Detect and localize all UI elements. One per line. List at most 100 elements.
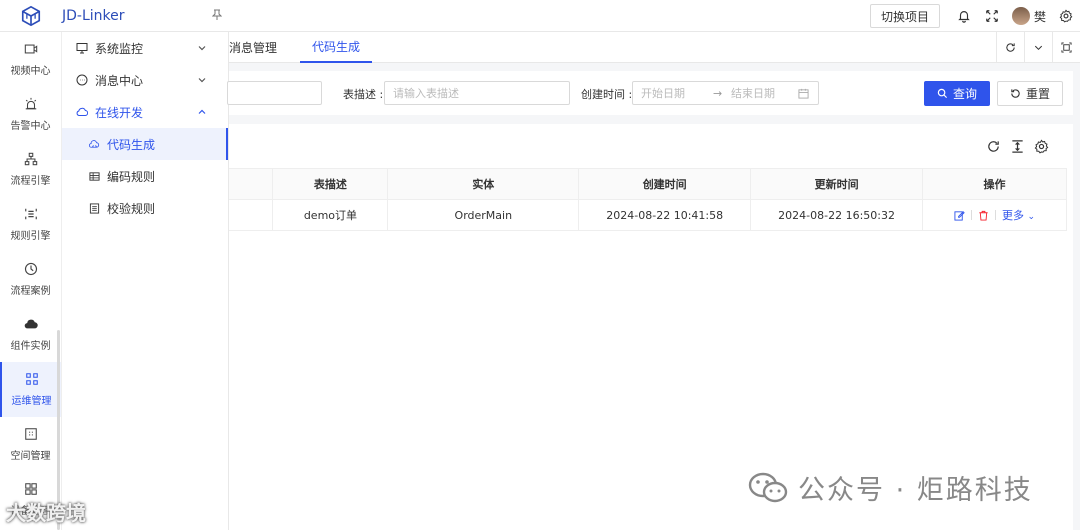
rail-item-label: 运维管理 bbox=[11, 396, 52, 407]
alarm-icon bbox=[25, 97, 36, 110]
settings-icon[interactable] bbox=[1029, 136, 1053, 156]
rail-item-space[interactable]: 空间管理 bbox=[0, 417, 61, 472]
wechat-watermark: 公众号 · 炬路科技 bbox=[748, 468, 1033, 507]
edit-icon[interactable] bbox=[954, 210, 965, 221]
table-header-row: 表描述 实体 创建时间 更新时间 操作 bbox=[229, 168, 1067, 200]
tab-message-mgmt[interactable]: 消息管理 bbox=[229, 32, 277, 63]
desc-input[interactable]: 请输入表描述 bbox=[384, 81, 570, 105]
table-header-cell[interactable]: 创建时间 bbox=[578, 168, 752, 200]
flow-icon bbox=[24, 152, 37, 166]
table-row[interactable]: demo订单 OrderMain 2024-08-22 10:41:58 202… bbox=[229, 199, 1067, 231]
rail-item-video[interactable]: 视频中心 bbox=[0, 32, 61, 87]
table-header-cell[interactable]: 表描述 bbox=[272, 168, 389, 200]
reset-icon bbox=[1011, 89, 1020, 98]
start-date-input[interactable]: 开始日期 bbox=[641, 85, 685, 101]
ops-icon bbox=[25, 373, 38, 385]
clock-icon bbox=[24, 262, 37, 276]
refresh-tab-icon[interactable] bbox=[996, 32, 1024, 63]
switch-project-button[interactable]: 切换项目 bbox=[869, 4, 940, 28]
menu-label: 消息中心 bbox=[95, 73, 144, 88]
maximize-icon[interactable] bbox=[1052, 32, 1080, 63]
cube-logo-icon bbox=[21, 5, 41, 26]
rail-item-label: 流程引擎 bbox=[10, 176, 51, 187]
desc-label: 表描述 : bbox=[343, 88, 384, 101]
menu-label: 校验规则 bbox=[107, 201, 156, 216]
reset-button[interactable]: 重置 bbox=[997, 81, 1063, 106]
cell-created: 2024-08-22 10:41:58 bbox=[578, 199, 752, 231]
corner-watermark: 大数跨境 bbox=[6, 501, 86, 525]
grid-table-icon bbox=[89, 171, 100, 181]
cloud-outline-icon bbox=[76, 107, 88, 116]
avatar[interactable] bbox=[1011, 7, 1030, 25]
app-title: JD-Linker bbox=[62, 7, 125, 24]
user-name[interactable]: 樊 bbox=[1034, 8, 1046, 25]
app-logo[interactable] bbox=[0, 0, 62, 32]
rail-item-label: 流程案例 bbox=[10, 286, 51, 297]
menu-code-rules[interactable]: 编码规则 bbox=[62, 160, 228, 192]
time-label: 创建时间 : bbox=[581, 88, 633, 101]
table-name-input[interactable] bbox=[227, 81, 322, 105]
menu-label: 代码生成 bbox=[107, 137, 156, 152]
calendar-icon bbox=[798, 88, 809, 99]
chevron-down-icon bbox=[198, 78, 206, 83]
rail-item-rule-engine[interactable]: 规则引擎 bbox=[0, 197, 61, 252]
column-height-icon[interactable] bbox=[1005, 136, 1029, 156]
cell-entity: OrderMain bbox=[387, 199, 580, 231]
refresh-icon[interactable] bbox=[981, 136, 1005, 156]
video-icon bbox=[24, 44, 37, 54]
menu-system-monitor[interactable]: 系统监控 bbox=[62, 32, 228, 64]
tab-code-gen[interactable]: 代码生成 bbox=[300, 32, 373, 63]
ops-submenu: 系统监控 消息中心 在线开发 代码生成 编码规则 校验规则 bbox=[62, 32, 229, 530]
more-label: 更多 bbox=[1001, 209, 1024, 222]
rail-item-flow-case[interactable]: 流程案例 bbox=[0, 252, 61, 307]
cloud-icon bbox=[24, 319, 38, 329]
rule-icon bbox=[24, 208, 37, 220]
rail-item-label: 视频中心 bbox=[10, 66, 51, 77]
code-gen-icon bbox=[89, 139, 100, 148]
search-button-label: 查询 bbox=[952, 87, 977, 101]
code-gen-table: 表描述 实体 创建时间 更新时间 操作 demo订单 OrderMain 202… bbox=[229, 168, 1067, 231]
range-arrow: → bbox=[713, 86, 723, 100]
menu-label: 编码规则 bbox=[107, 169, 156, 184]
menu-code-gen[interactable]: 代码生成 bbox=[62, 128, 228, 160]
menu-online-dev[interactable]: 在线开发 bbox=[62, 96, 228, 128]
pin-icon[interactable] bbox=[211, 9, 223, 23]
bell-icon[interactable] bbox=[950, 0, 978, 32]
table-header-cell[interactable]: 实体 bbox=[387, 168, 580, 200]
table-header-cell bbox=[229, 168, 274, 200]
rail-item-ops[interactable]: 运维管理 bbox=[0, 362, 61, 417]
rail-item-label: 告警中心 bbox=[10, 121, 51, 132]
menu-label: 系统监控 bbox=[95, 41, 144, 56]
left-rail: 视频中心 告警中心 流程引擎 规则引擎 流程案例 组件实例 运维管理 空间管理 … bbox=[0, 32, 62, 530]
gear-icon[interactable] bbox=[1052, 0, 1080, 32]
more-dropdown[interactable]: 更多 ⌄ bbox=[1002, 207, 1035, 223]
top-header: JD-Linker 切换项目 樊 bbox=[0, 0, 1080, 32]
rail-item-component[interactable]: 组件实例 bbox=[0, 307, 61, 362]
wechat-icon bbox=[748, 472, 788, 502]
search-button[interactable]: 查询 bbox=[924, 81, 990, 106]
cell-actions: 更多 ⌄ bbox=[922, 199, 1067, 231]
filter-bar: 表描述 : 请输入表描述 创建时间 : 开始日期 → 结束日期 查询 重置 bbox=[227, 71, 1073, 115]
chevron-up-icon bbox=[198, 109, 206, 114]
reset-button-label: 重置 bbox=[1025, 87, 1050, 101]
menu-message-center[interactable]: 消息中心 bbox=[62, 64, 228, 96]
date-range-picker[interactable]: 开始日期 → 结束日期 bbox=[632, 81, 819, 105]
chevron-down-icon: ⌄ bbox=[1027, 212, 1036, 222]
rail-item-flow-engine[interactable]: 流程引擎 bbox=[0, 142, 61, 197]
tab-bar: 消息管理 代码生成 bbox=[229, 32, 1080, 63]
cell-updated: 2024-08-22 16:50:32 bbox=[750, 199, 924, 231]
rail-item-alarm[interactable]: 告警中心 bbox=[0, 87, 61, 142]
rail-item-label: 规则引擎 bbox=[10, 231, 51, 242]
fullscreen-icon[interactable] bbox=[978, 0, 1006, 32]
delete-icon[interactable] bbox=[978, 210, 989, 221]
table-cell bbox=[229, 199, 274, 231]
menu-label: 在线开发 bbox=[95, 105, 144, 120]
document-icon bbox=[89, 202, 100, 214]
device-icon bbox=[24, 483, 37, 495]
end-date-input[interactable]: 结束日期 bbox=[731, 85, 775, 101]
search-icon bbox=[937, 88, 948, 99]
chevron-down-icon[interactable] bbox=[1024, 32, 1052, 63]
menu-check-rules[interactable]: 校验规则 bbox=[62, 192, 228, 224]
space-icon bbox=[24, 428, 37, 440]
table-header-cell[interactable]: 更新时间 bbox=[750, 168, 924, 200]
